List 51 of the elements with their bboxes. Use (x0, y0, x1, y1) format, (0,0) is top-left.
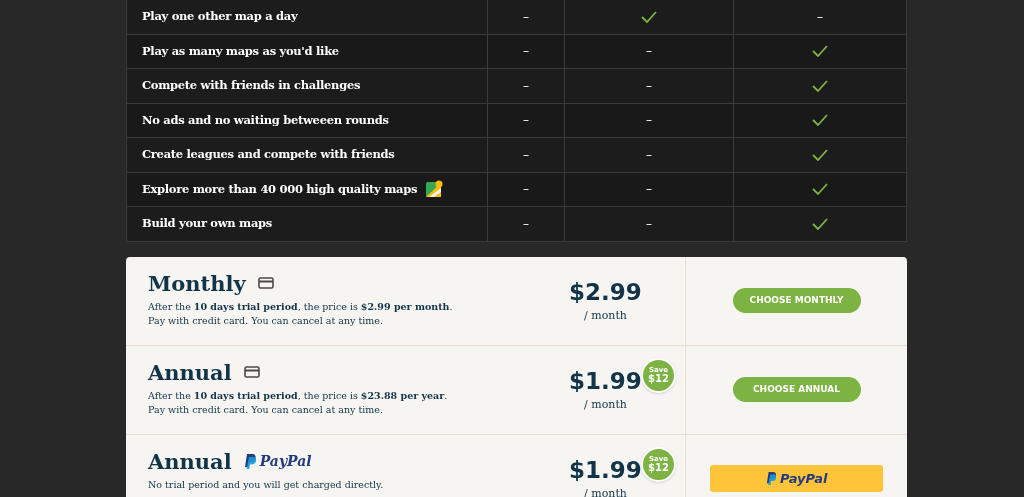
dash: – (523, 8, 529, 26)
dash: – (646, 43, 652, 61)
price: $1.99 (569, 369, 642, 393)
dash: – (523, 77, 529, 95)
plan-description: Pay with credit card. You can cancel at any time. (148, 402, 384, 417)
paypal-icon (765, 472, 776, 485)
credit-card-icon (243, 366, 260, 378)
paypal-logo-text: PayPal (259, 451, 312, 471)
dash: – (646, 77, 652, 95)
feature-label: No ads and no waiting betweeen rounds (142, 111, 389, 129)
price-period: / month (584, 485, 627, 497)
dash: – (646, 215, 652, 233)
check-icon (812, 183, 828, 196)
feature-label: Explore more than 40 000 high quality maps (142, 180, 418, 198)
choose-plan-button[interactable]: CHOOSE ANNUAL (732, 377, 861, 402)
check-icon (812, 217, 828, 230)
price: $2.99 (569, 280, 642, 304)
dash: – (523, 146, 529, 164)
plan-description: Pay with credit card. You can cancel at any time. (148, 313, 384, 328)
feature-label: Play one other map a day (142, 8, 298, 26)
dash: – (523, 43, 529, 61)
dash: – (523, 112, 529, 130)
dash: – (523, 181, 529, 199)
dash: – (646, 146, 652, 164)
plan-description: After the 10 days trial period, the price is $2.99 per month. (148, 299, 454, 314)
price: $1.99 (569, 458, 642, 482)
check-icon (812, 45, 828, 58)
dash: – (817, 8, 823, 26)
plan-description: After the 10 days trial period, the price is $23.88 per year. (148, 388, 449, 403)
feature-label: Play as many maps as you'd like (142, 42, 339, 60)
plan-name: Annual (148, 450, 232, 472)
credit-card-icon (257, 277, 274, 289)
plan-name: Monthly (148, 272, 246, 294)
price-period: / month (584, 307, 627, 324)
check-icon (812, 148, 828, 161)
paypal-icon (243, 453, 256, 469)
feature-label: Create leagues and compete with friends (142, 146, 395, 164)
check-icon (812, 79, 828, 92)
dash: – (646, 181, 652, 199)
feature-label: Compete with friends in challenges (142, 77, 361, 95)
plan-name: Annual (148, 361, 232, 383)
plan-description: No trial period and you will get charged directly. (148, 477, 385, 492)
feature-label: Build your own maps (142, 215, 272, 233)
map-icon (425, 180, 444, 199)
dash: – (523, 215, 529, 233)
choose-plan-button[interactable]: CHOOSE MONTHLY (732, 288, 861, 313)
check-icon (812, 114, 828, 127)
paypal-button[interactable]: PayPal (710, 465, 883, 492)
check-icon (641, 10, 657, 23)
price-period: / month (584, 396, 627, 413)
dash: – (646, 112, 652, 130)
